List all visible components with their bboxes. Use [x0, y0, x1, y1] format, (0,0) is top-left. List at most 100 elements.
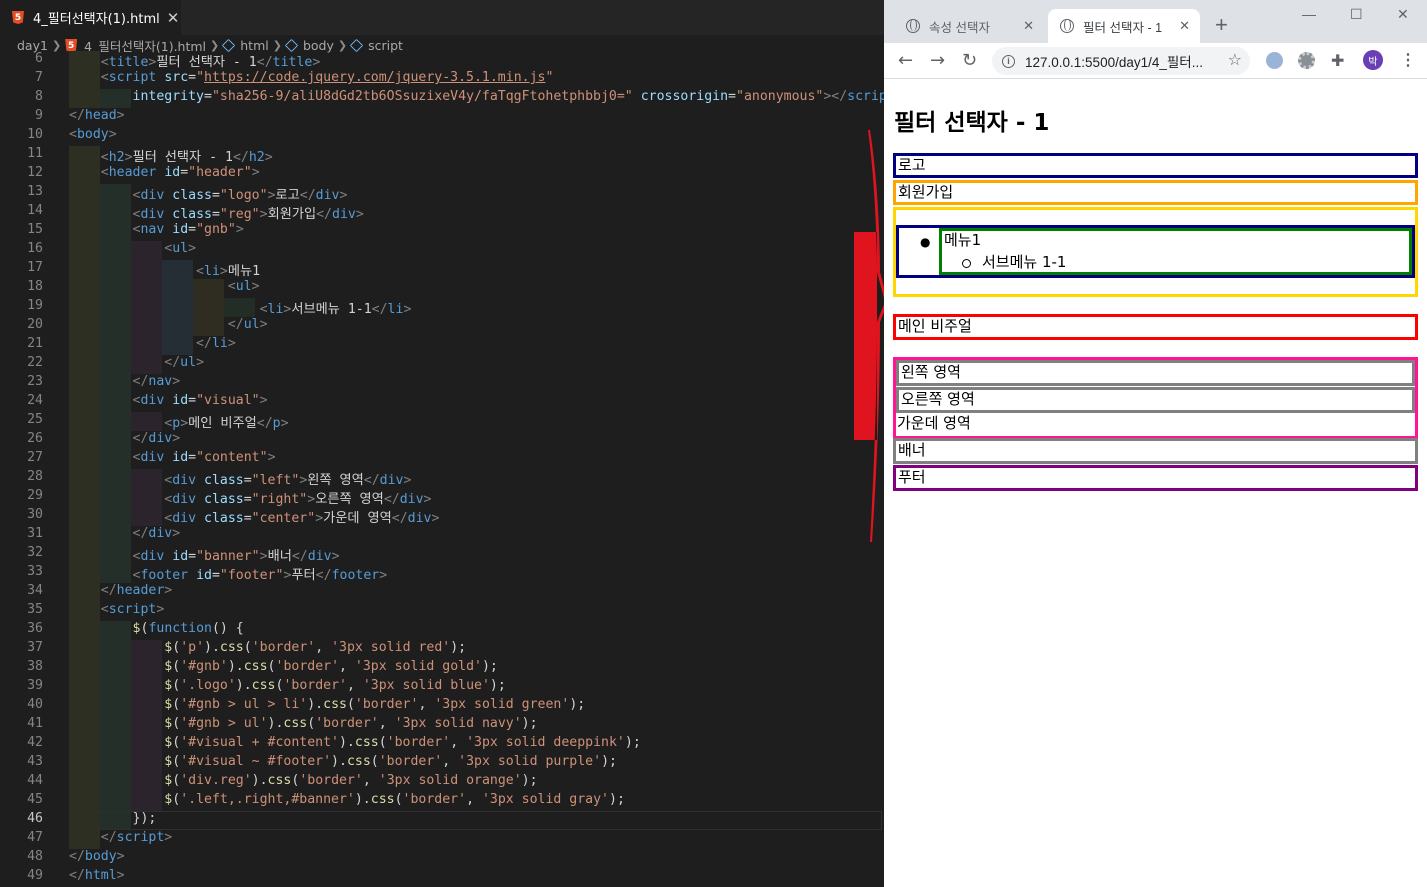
- extension-icon[interactable]: [1266, 52, 1283, 69]
- code-line[interactable]: 22 </ul>: [0, 355, 884, 374]
- browser-tab-strip: 속성 선택자 ✕ 필터 선택자 - 1 ✕ + — ☐ ✕: [884, 0, 1427, 43]
- line-number: 17: [27, 260, 43, 275]
- line-number: 15: [27, 222, 43, 237]
- code-line[interactable]: 19 <li>서브메뉴 1-1</li>: [0, 298, 884, 317]
- code-editor[interactable]: 5 4_필터선택자(1).html ✕ day1 ❯ 5 4_필터선택자(1).…: [0, 0, 884, 887]
- browser-tab-attribute-selector[interactable]: 속성 선택자 ✕: [894, 9, 1044, 43]
- code-line[interactable]: 38 $('#gnb').css('border', '3px solid go…: [0, 659, 884, 678]
- code-line[interactable]: 45 $('.left,.right,#banner').css('border…: [0, 792, 884, 811]
- code-line[interactable]: 43 $('#visual ~ #footer').css('border', …: [0, 754, 884, 773]
- reload-icon[interactable]: ↻: [962, 50, 977, 71]
- code-line[interactable]: 49 </html>: [0, 868, 884, 887]
- code-line[interactable]: 41 $('#gnb > ul').css('border', '3px sol…: [0, 716, 884, 735]
- menu1-text: 메뉴1: [944, 231, 982, 249]
- code-line[interactable]: 9 </head>: [0, 108, 884, 127]
- code-line[interactable]: 8 integrity="sha256-9/aliU8dGd2tb6OSsuzi…: [0, 89, 884, 108]
- code-line[interactable]: 28 <div class="left">왼쪽 영역</div>: [0, 469, 884, 488]
- line-number: 36: [27, 621, 43, 636]
- line-number: 11: [27, 146, 43, 161]
- code-line[interactable]: 17 <li>메뉴1: [0, 260, 884, 279]
- code-line[interactable]: 27 <div id="content">: [0, 450, 884, 469]
- bullet-icon: ●: [920, 235, 931, 249]
- code-line[interactable]: 18 <ul>: [0, 279, 884, 298]
- code-text: <ul>: [227, 279, 260, 294]
- code-line[interactable]: 33 <footer id="footer">푸터</footer>: [0, 564, 884, 583]
- line-number: 46: [27, 811, 43, 826]
- minimize-button[interactable]: —: [1302, 6, 1316, 22]
- editor-tab-title: 4_필터선택자(1).html: [33, 12, 160, 27]
- puzzle-extensions-icon[interactable]: ✚: [1331, 51, 1344, 70]
- code-area[interactable]: 6 <title>필터 선택자 - 1</title> 7 <script src…: [0, 51, 884, 887]
- code-line[interactable]: 48 </body>: [0, 849, 884, 868]
- code-text: </body>: [69, 849, 125, 864]
- code-line[interactable]: 7 <script src="https://code.jquery.com/j…: [0, 70, 884, 89]
- editor-tab-active[interactable]: 5 4_필터선택자(1).html ✕: [0, 0, 181, 35]
- code-line[interactable]: 44 $('div.reg').css('border', '3px solid…: [0, 773, 884, 792]
- code-text: <div class="left">왼쪽 영역</div>: [164, 473, 412, 488]
- code-line[interactable]: 31 </div>: [0, 526, 884, 545]
- code-line[interactable]: 21 </li>: [0, 336, 884, 355]
- code-line[interactable]: 46 });: [0, 811, 884, 830]
- more-menu-icon[interactable]: ⋮: [1400, 50, 1416, 70]
- center-area-text: 가운데 영역: [897, 414, 971, 432]
- line-number: 43: [27, 754, 43, 769]
- avatar[interactable]: 박: [1363, 50, 1383, 70]
- close-icon[interactable]: ✕: [1023, 18, 1034, 34]
- code-line[interactable]: 11 <h2>필터 선택자 - 1</h2>: [0, 146, 884, 165]
- code-line[interactable]: 40 $('#gnb > ul > li').css('border', '3p…: [0, 697, 884, 716]
- line-number: 22: [27, 355, 43, 370]
- code-line[interactable]: 35 <script>: [0, 602, 884, 621]
- code-line[interactable]: 42 $('#visual + #content').css('border',…: [0, 735, 884, 754]
- code-line[interactable]: 29 <div class="right">오른쪽 영역</div>: [0, 488, 884, 507]
- address-bar[interactable]: i 127.0.0.1:5500/day1/4_필터... ☆: [992, 47, 1250, 75]
- code-line[interactable]: 37 $('p').css('border', '3px solid red')…: [0, 640, 884, 659]
- code-text: <script>: [100, 602, 165, 617]
- code-line[interactable]: 39 $('.logo').css('border', '3px solid b…: [0, 678, 884, 697]
- code-text: <script src="https://code.jquery.com/jqu…: [100, 70, 554, 85]
- code-line[interactable]: 47 </script>: [0, 830, 884, 849]
- code-text: $('.logo').css('border', '3px solid blue…: [164, 678, 506, 693]
- code-line[interactable]: 34 </header>: [0, 583, 884, 602]
- line-number: 14: [27, 203, 43, 218]
- maximize-button[interactable]: ☐: [1350, 6, 1363, 23]
- code-text: </header>: [100, 583, 173, 598]
- new-tab-button[interactable]: +: [1215, 12, 1228, 38]
- code-line[interactable]: 15 <nav id="gnb">: [0, 222, 884, 241]
- code-line[interactable]: 24 <div id="visual">: [0, 393, 884, 412]
- code-line[interactable]: 26 </div>: [0, 431, 884, 450]
- code-line[interactable]: 14 <div class="reg">회원가입</div>: [0, 203, 884, 222]
- code-text: $(function() {: [132, 621, 244, 636]
- close-icon[interactable]: ✕: [167, 9, 180, 27]
- code-line[interactable]: 32 <div id="banner">배너</div>: [0, 545, 884, 564]
- back-arrow-icon[interactable]: ←: [898, 50, 913, 71]
- line-number: 20: [27, 317, 43, 332]
- code-line[interactable]: 30 <div class="center">가운데 영역</div>: [0, 507, 884, 526]
- globe-icon: [906, 19, 920, 33]
- forward-arrow-icon[interactable]: →: [930, 50, 945, 71]
- code-line[interactable]: 13 <div class="logo">로고</div>: [0, 184, 884, 203]
- window-close-button[interactable]: ✕: [1397, 6, 1409, 23]
- code-line[interactable]: 25 <p>메인 비주얼</p>: [0, 412, 884, 431]
- code-text: <div id="banner">배너</div>: [132, 549, 340, 564]
- code-text: <body>: [69, 127, 117, 142]
- close-icon[interactable]: ✕: [1179, 18, 1190, 34]
- code-line[interactable]: 36 $(function() {: [0, 621, 884, 640]
- line-number: 23: [27, 374, 43, 389]
- code-line[interactable]: 12 <header id="header">: [0, 165, 884, 184]
- bookmark-star-icon[interactable]: ☆: [1228, 50, 1242, 69]
- code-text: <div class="reg">회원가입</div>: [132, 207, 364, 222]
- info-icon[interactable]: i: [1002, 54, 1015, 68]
- extension-gear-icon[interactable]: [1298, 52, 1315, 69]
- code-text: $('.left,.right,#banner').css('border', …: [164, 792, 625, 807]
- browser-window: 속성 선택자 ✕ 필터 선택자 - 1 ✕ + — ☐ ✕ ← → ↻ i 12…: [884, 0, 1427, 887]
- line-number: 32: [27, 545, 43, 560]
- code-text: $('div.reg').css('border', '3px solid or…: [164, 773, 538, 788]
- code-line[interactable]: 6 <title>필터 선택자 - 1</title>: [0, 51, 884, 70]
- browser-toolbar: ← → ↻ i 127.0.0.1:5500/day1/4_필터... ☆ ✚ …: [884, 43, 1427, 79]
- code-line[interactable]: 23 </nav>: [0, 374, 884, 393]
- code-line[interactable]: 20 </ul>: [0, 317, 884, 336]
- code-line[interactable]: 16 <ul>: [0, 241, 884, 260]
- browser-tab-filter-selector[interactable]: 필터 선택자 - 1 ✕: [1048, 9, 1200, 43]
- line-number: 8: [35, 89, 43, 104]
- code-line[interactable]: 10 <body>: [0, 127, 884, 146]
